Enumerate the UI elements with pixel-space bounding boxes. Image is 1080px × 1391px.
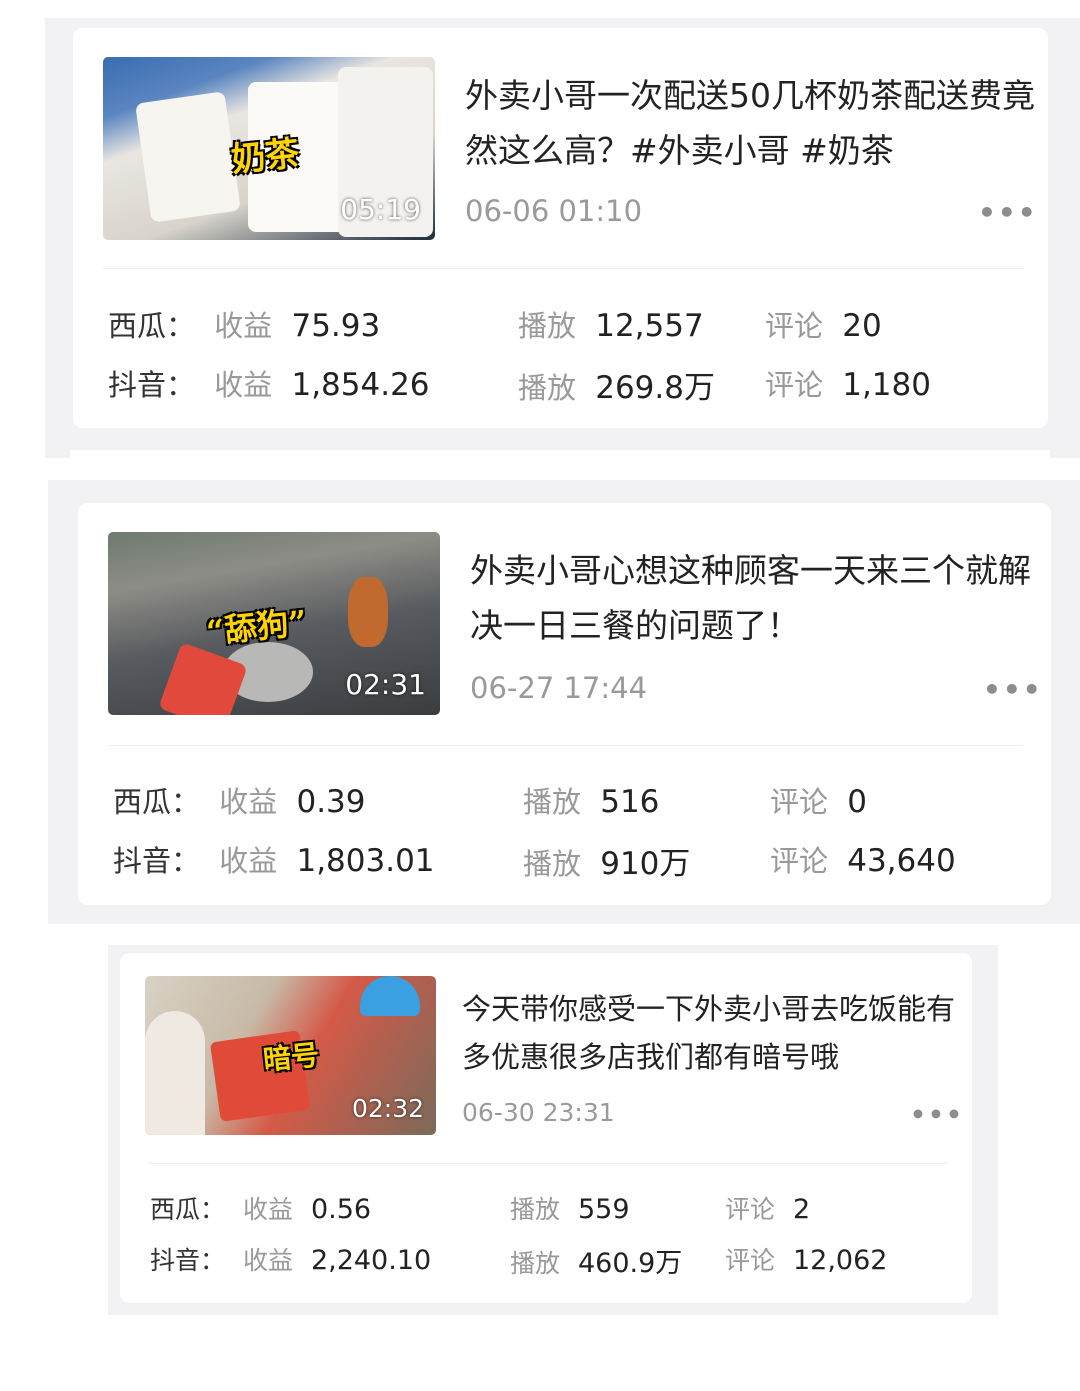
platform-label: 抖音： [150, 1246, 226, 1275]
play-value: 269.8万 [595, 370, 715, 406]
video-date: 06-06 01:10 [465, 194, 643, 228]
play-value: 910万 [600, 846, 691, 882]
helmet-shape [360, 976, 420, 1016]
income-label: 收益 [214, 309, 273, 343]
income-value: 0.39 [296, 784, 366, 820]
comment-value: 2 [792, 1194, 811, 1225]
platform-label: 抖音： [108, 368, 196, 402]
income-label: 收益 [219, 844, 278, 878]
play-label: 播放 [523, 785, 582, 819]
bag-shape [135, 91, 241, 223]
comment-value: 0 [847, 784, 867, 820]
play-label: 播放 [523, 847, 582, 881]
play-stat-douyin: 播放 269.8万 [518, 362, 715, 407]
comment-label: 评论 [770, 844, 829, 878]
comment-label: 评论 [765, 368, 824, 402]
comment-stat-douyin: 评论 1,180 [765, 362, 931, 404]
comment-label: 评论 [770, 785, 829, 819]
platform-label: 西瓜： [113, 785, 201, 819]
play-label: 播放 [510, 1195, 561, 1224]
play-stat-xigua: 播放 12,557 [518, 303, 704, 345]
play-label: 播放 [510, 1249, 561, 1278]
income-value: 75.93 [291, 308, 381, 344]
thumbnail-caption: “舔狗” [204, 602, 309, 652]
divider [108, 745, 1023, 746]
platform-label: 西瓜： [108, 309, 196, 343]
income-value: 2,240.10 [310, 1245, 432, 1276]
person-shape [145, 1011, 205, 1135]
comment-label: 评论 [725, 1195, 776, 1224]
play-value: 460.9万 [577, 1248, 683, 1279]
play-stat-douyin: 播放 460.9万 [510, 1241, 682, 1280]
platform-label: 西瓜： [150, 1195, 226, 1224]
comment-stat-douyin: 评论 43,640 [770, 838, 956, 880]
video-duration: 05:19 [340, 193, 421, 226]
comment-value: 43,640 [847, 843, 956, 879]
income-label: 收益 [242, 1246, 293, 1275]
income-value: 0.56 [310, 1194, 372, 1225]
income-label: 收益 [214, 368, 273, 402]
comment-stat-xigua: 评论 0 [770, 779, 867, 821]
thumbnail-caption: 奶茶 [229, 133, 302, 181]
income-value: 1,854.26 [291, 367, 430, 403]
play-stat-douyin: 播放 910万 [523, 838, 690, 883]
video-date: 06-30 23:31 [462, 1098, 615, 1127]
comment-stat-douyin: 评论 12,062 [725, 1241, 887, 1277]
stat-row-douyin: 抖音： 收益 1,854.26 [108, 362, 430, 404]
platform-label: 抖音： [113, 844, 201, 878]
divider [103, 268, 1023, 269]
play-label: 播放 [518, 371, 577, 405]
play-label: 播放 [518, 309, 577, 343]
card-gap [70, 450, 1050, 480]
video-title[interactable]: 今天带你感受一下外卖小哥去吃饭能有多优惠很多店我们都有暗号哦 [462, 985, 962, 1081]
comment-value: 1,180 [842, 367, 931, 403]
play-value: 12,557 [595, 308, 704, 344]
video-date: 06-27 17:44 [470, 671, 648, 705]
comment-stat-xigua: 评论 2 [725, 1190, 810, 1226]
income-value: 1,803.01 [296, 843, 435, 879]
comment-value: 12,062 [792, 1245, 888, 1276]
more-dots-icon[interactable]: ••• [983, 673, 1043, 706]
video-thumbnail[interactable]: “舔狗” 02:31 [108, 532, 440, 715]
play-value: 516 [600, 784, 660, 820]
stat-row-douyin: 抖音： 收益 1,803.01 [113, 838, 435, 880]
divider [148, 1163, 948, 1164]
video-title[interactable]: 外卖小哥一次配送50几杯奶茶配送费竟然这么高？#外卖小哥 #奶茶 [465, 68, 1035, 178]
food-shape [348, 577, 388, 647]
comment-label: 评论 [725, 1246, 776, 1275]
income-label: 收益 [242, 1195, 293, 1224]
play-value: 559 [577, 1194, 630, 1225]
comment-label: 评论 [765, 309, 824, 343]
stat-row-xigua: 西瓜： 收益 0.56 [150, 1190, 371, 1226]
play-stat-xigua: 播放 559 [510, 1190, 630, 1226]
video-thumbnail[interactable]: 奶茶 05:19 [103, 57, 435, 240]
comment-stat-xigua: 评论 20 [765, 303, 882, 345]
thumbnail-caption: 暗号 [261, 1038, 321, 1077]
video-duration: 02:31 [345, 668, 426, 701]
more-dots-icon[interactable]: ••• [978, 196, 1038, 229]
income-label: 收益 [219, 785, 278, 819]
stat-row-douyin: 抖音： 收益 2,240.10 [150, 1241, 431, 1277]
video-duration: 02:32 [351, 1094, 424, 1123]
stat-row-xigua: 西瓜： 收益 0.39 [113, 779, 366, 821]
video-thumbnail[interactable]: 暗号 02:32 [145, 976, 436, 1135]
play-stat-xigua: 播放 516 [523, 779, 659, 821]
video-title[interactable]: 外卖小哥心想这种顾客一天来三个就解决一日三餐的问题了！ [470, 543, 1040, 653]
comment-value: 20 [842, 308, 882, 344]
stat-row-xigua: 西瓜： 收益 75.93 [108, 303, 380, 345]
more-dots-icon[interactable]: ••• [910, 1100, 964, 1129]
